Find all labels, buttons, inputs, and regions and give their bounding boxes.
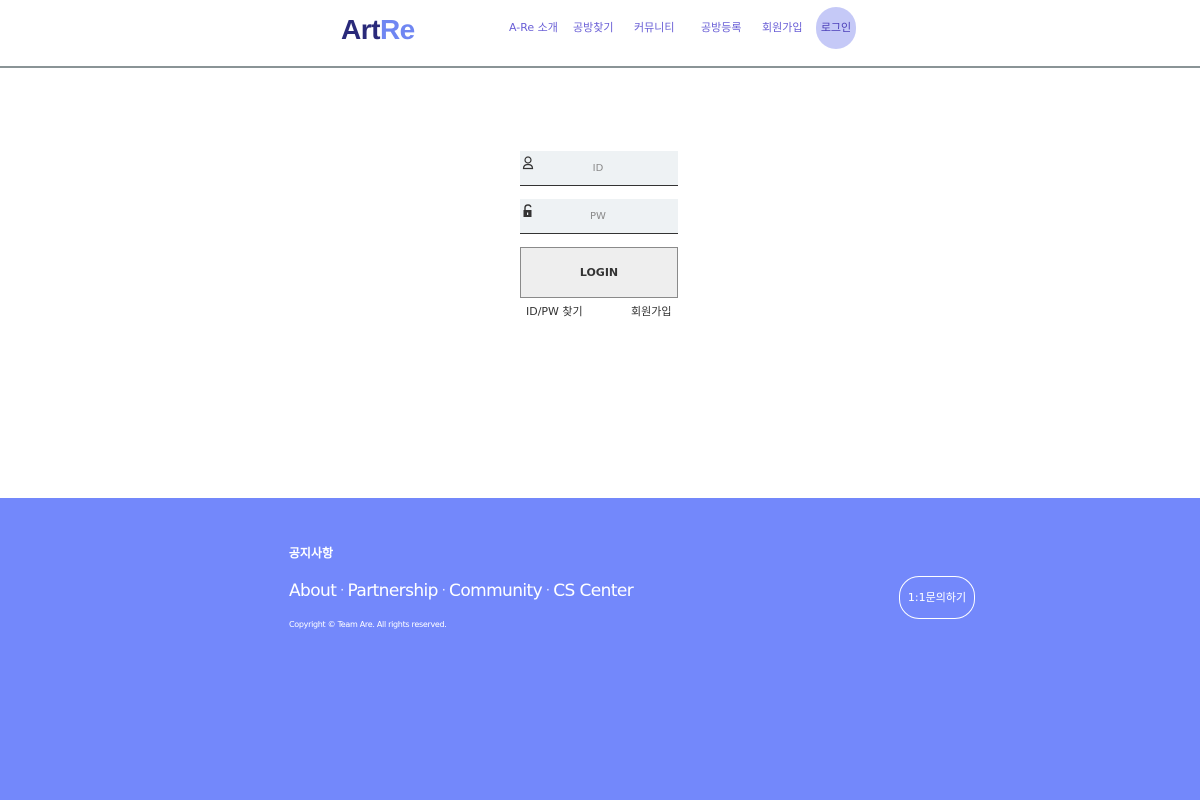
- logo-art-text: Art: [341, 14, 380, 45]
- footer-separator: ·: [441, 583, 446, 597]
- nav-item-community[interactable]: 커뮤니티: [634, 20, 674, 36]
- footer-notice-link[interactable]: 공지사항: [289, 544, 333, 561]
- id-field: [520, 151, 678, 186]
- pw-input[interactable]: [538, 199, 658, 233]
- nav-item-register-workshop[interactable]: 공방등록: [701, 20, 741, 36]
- footer-link-about[interactable]: About: [289, 581, 337, 601]
- nav-item-about[interactable]: A-Re 소개: [509, 20, 558, 36]
- site-header: ArtRe A-Re 소개 공방찾기 커뮤니티 공방등록 회원가입 로그인: [0, 0, 1200, 68]
- user-icon: [522, 156, 534, 170]
- signup-link[interactable]: 회원가입: [631, 305, 671, 319]
- footer-separator: ·: [546, 583, 550, 597]
- nav-item-signup[interactable]: 회원가입: [762, 20, 802, 36]
- copyright-text: Copyright © Team Are. All rights reserve…: [289, 620, 447, 629]
- lock-icon: [523, 204, 532, 217]
- footer-separator: ·: [340, 583, 344, 597]
- login-submit-button[interactable]: LOGIN: [520, 247, 678, 298]
- artre-logo[interactable]: ArtRe: [341, 13, 415, 47]
- footer-link-cs-center[interactable]: CS Center: [553, 581, 633, 601]
- footer-link-partnership[interactable]: Partnership: [347, 581, 438, 601]
- site-footer: 공지사항 About · Partnership · Community · CS Cent…: [0, 498, 1200, 800]
- pw-field: [520, 199, 678, 234]
- footer-links: About · Partnership · Community · CS Center: [289, 581, 634, 601]
- find-id-pw-link[interactable]: ID/PW 찾기: [526, 305, 583, 319]
- nav-login-button[interactable]: 로그인: [816, 7, 856, 49]
- id-input[interactable]: [538, 151, 658, 185]
- inquiry-button[interactable]: 1:1문의하기: [899, 576, 975, 619]
- logo-re-text: Re: [379, 14, 415, 45]
- nav-item-find-workshop[interactable]: 공방찾기: [573, 20, 613, 36]
- footer-link-community[interactable]: Community: [449, 581, 543, 601]
